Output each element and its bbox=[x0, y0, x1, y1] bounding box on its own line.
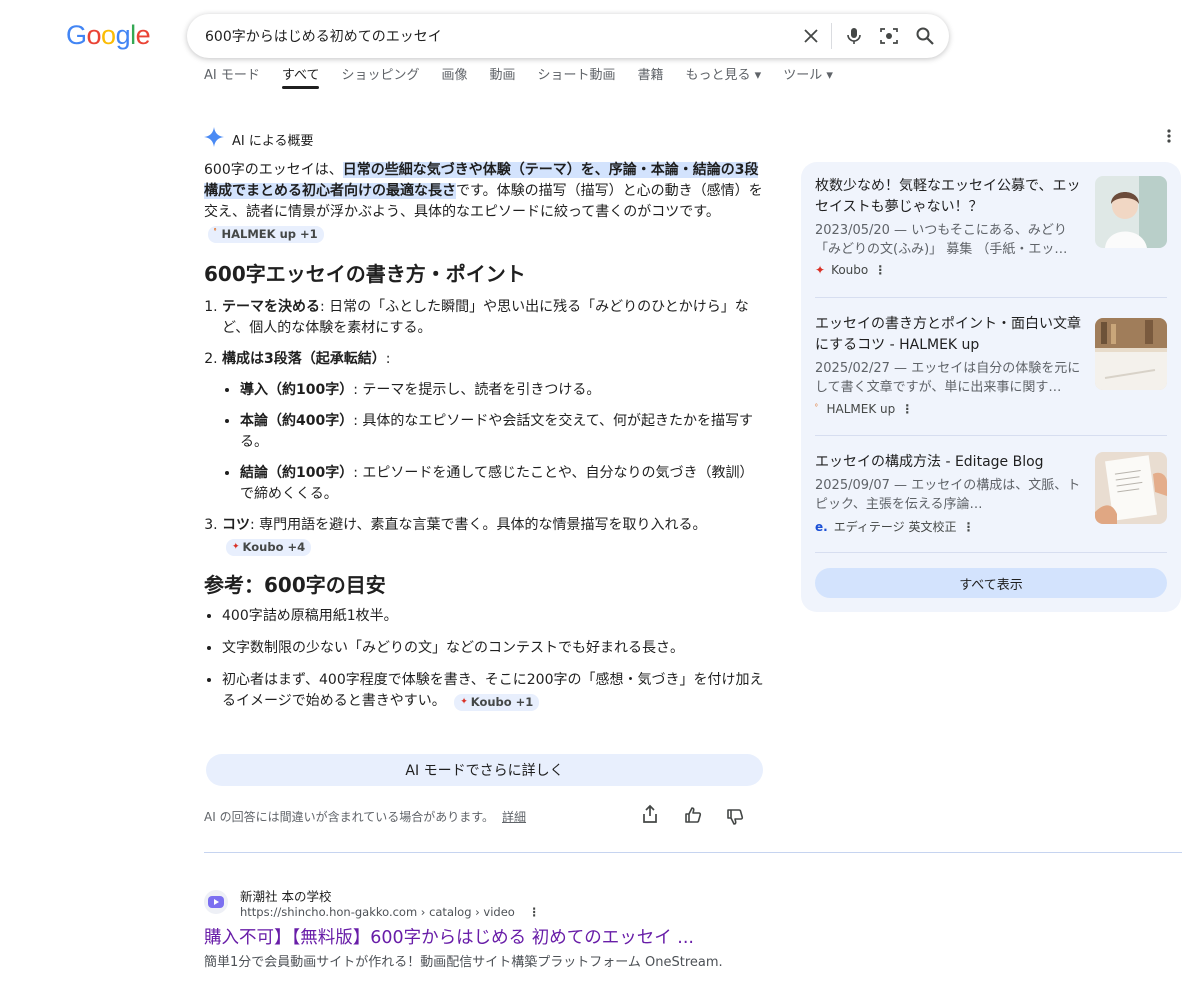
show-all-button[interactable]: すべて表示 bbox=[815, 568, 1167, 598]
sources-panel: 枚数少なめ！気軽なエッセイ公募で、エッセイストも夢じゃない！？ 2023/05/… bbox=[801, 162, 1181, 612]
tab-ai-mode[interactable]: AI モード bbox=[204, 56, 260, 92]
thumbs-up-icon[interactable] bbox=[684, 806, 702, 828]
source-separator bbox=[815, 552, 1167, 553]
source-site: ﾟ HALMEK up ⋮ bbox=[815, 402, 914, 416]
list-item: コツ: 専門用語を避け、素直な言葉で書く。具体的な情景描写を取り入れる。 ✦Ko… bbox=[222, 515, 764, 557]
more-options-icon[interactable]: ⋮ bbox=[901, 402, 913, 416]
list-item: 本論（約400字）: 具体的なエピソードや会話文を交えて、何が起きたかを描写する… bbox=[240, 411, 764, 453]
tab-more[interactable]: もっと見る ▾ bbox=[686, 56, 762, 92]
source-thumbnail[interactable] bbox=[1095, 452, 1167, 524]
camera-search-icon[interactable] bbox=[877, 24, 901, 48]
thumbs-down-icon[interactable] bbox=[726, 808, 744, 830]
result-url[interactable]: https://shincho.hon-gakko.com › catalog … bbox=[240, 905, 540, 919]
source-thumbnail[interactable] bbox=[1095, 318, 1167, 390]
more-options-icon[interactable]: ⋮ bbox=[962, 520, 974, 534]
ai-overview-title: AI による概要 bbox=[232, 133, 314, 149]
halmek-favicon-icon: ﾟ bbox=[815, 403, 821, 416]
source-chip-koubo[interactable]: ✦ Koubo +4 bbox=[226, 539, 312, 556]
google-logo[interactable]: Google bbox=[66, 20, 151, 51]
source-card[interactable]: エッセイの構成方法 - Editage Blog 2025/09/07 — エッ… bbox=[815, 452, 1167, 535]
more-options-icon[interactable]: ⋮ bbox=[529, 905, 541, 919]
clear-icon[interactable] bbox=[799, 24, 823, 48]
list-item: 導入（約100字）: テーマを提示し、読者を引きつける。 bbox=[240, 380, 764, 401]
source-card[interactable]: 枚数少なめ！気軽なエッセイ公募で、エッセイストも夢じゃない！？ 2023/05/… bbox=[815, 176, 1167, 277]
source-title[interactable]: エッセイの構成方法 - Editage Blog bbox=[815, 452, 1087, 473]
search-divider bbox=[831, 23, 832, 49]
result-snippet: 簡単1分で会員動画サイトが作れる！動画配信サイト構築プラットフォーム OneSt… bbox=[204, 955, 723, 970]
result-site-name[interactable]: 新潮社 本の学校 bbox=[240, 886, 331, 905]
sub-list: 導入（約100字）: テーマを提示し、読者を引きつける。 本論（約400字）: … bbox=[222, 380, 764, 505]
tab-books[interactable]: 書籍 bbox=[638, 56, 664, 92]
source-snippet: 2025/02/27 — エッセイは自分の体験を元にして書く文章ですが、単に出来… bbox=[815, 361, 1081, 395]
source-card[interactable]: エッセイの書き方とポイント・面白い文章にするコツ - HALMEK up 202… bbox=[815, 314, 1167, 417]
search-input[interactable]: 600字からはじめる初めてのエッセイ bbox=[205, 26, 442, 46]
more-options-icon[interactable]: ⋮ bbox=[874, 263, 886, 277]
site-favicon-icon[interactable] bbox=[204, 890, 228, 914]
source-site: ✦ Koubo ⋮ bbox=[815, 263, 887, 277]
more-options-icon[interactable] bbox=[1166, 128, 1172, 148]
list-item: テーマを決める: 日常の「ふとした瞬間」や思い出に残る「みどりのひとかけら」など… bbox=[222, 297, 764, 339]
list-item: 400字詰め原稿用紙1枚半。 bbox=[222, 606, 764, 627]
ai-disclaimer: AI の回答には間違いが含まれている場合があります。 詳細 bbox=[204, 810, 527, 824]
section-heading-howto: 600字エッセイの書き方・ポイント bbox=[204, 262, 526, 286]
search-tabs: AI モード すべて ショッピング 画像 動画 ショート動画 書籍 もっと見る … bbox=[204, 56, 855, 92]
list-item: 文字数制限の少ない「みどりの文」などのコンテストでも好まれる長さ。 bbox=[222, 638, 764, 659]
tab-shopping[interactable]: ショッピング bbox=[341, 56, 419, 92]
source-separator bbox=[815, 435, 1167, 436]
source-snippet: 2025/09/07 — エッセイの構成は、文脈、トピック、主張を伝える序論… bbox=[815, 478, 1081, 512]
tab-tools[interactable]: ツール ▾ bbox=[783, 56, 833, 92]
share-icon[interactable] bbox=[642, 804, 658, 828]
source-snippet: 2023/05/20 — いつもそこにある、みどり「みどりの文(ふみ)」 募集 … bbox=[815, 223, 1068, 257]
result-title-link[interactable]: 購入不可】【無料版】600字からはじめる 初めてのエッセイ ... bbox=[204, 924, 694, 949]
ai-overview-header: AI による概要 bbox=[204, 127, 313, 151]
tab-all[interactable]: すべて bbox=[281, 56, 319, 92]
source-chip-halmek[interactable]: ﾟ HALMEK up +1 bbox=[208, 226, 324, 243]
reference-list: 400字詰め原稿用紙1枚半。 文字数制限の少ない「みどりの文」などのコンテストで… bbox=[204, 606, 764, 712]
list-item: 結論（約100字）: エピソードを通して感じたことや、自分なりの気づき（教訓）で… bbox=[240, 463, 764, 505]
steps-list: テーマを決める: 日常の「ふとした瞬間」や思い出に残る「みどりのひとかけら」など… bbox=[204, 297, 764, 557]
source-title[interactable]: 枚数少なめ！気軽なエッセイ公募で、エッセイストも夢じゃない！？ bbox=[815, 176, 1087, 218]
tab-images[interactable]: 画像 bbox=[441, 56, 467, 92]
sparkle-icon bbox=[204, 127, 224, 151]
list-item: 構成は3段落（起承転結）: 導入（約100字）: テーマを提示し、読者を引きつけ… bbox=[222, 349, 764, 505]
source-title[interactable]: エッセイの書き方とポイント・面白い文章にするコツ - HALMEK up bbox=[815, 314, 1087, 356]
microphone-icon[interactable] bbox=[842, 24, 866, 48]
section-divider bbox=[204, 852, 1182, 853]
ai-intro: 600字のエッセイは、日常の些細な気づきや体験（テーマ）を、序論・本論・結論の3… bbox=[204, 162, 763, 243]
source-separator bbox=[815, 297, 1167, 298]
details-link[interactable]: 詳細 bbox=[502, 810, 526, 824]
ai-mode-more-button[interactable]: AI モードでさらに詳しく bbox=[206, 754, 763, 786]
source-chip-koubo[interactable]: ✦ Koubo +1 bbox=[454, 694, 540, 711]
editage-favicon-icon: e. bbox=[815, 519, 828, 534]
koubo-favicon-icon: ✦ bbox=[815, 263, 826, 277]
tab-videos[interactable]: 動画 bbox=[489, 56, 515, 92]
source-thumbnail[interactable] bbox=[1095, 176, 1167, 248]
search-box[interactable]: 600字からはじめる初めてのエッセイ bbox=[187, 14, 949, 58]
search-icon[interactable] bbox=[913, 24, 937, 48]
tab-short-videos[interactable]: ショート動画 bbox=[538, 56, 616, 92]
list-item: 初心者はまず、400字程度で体験を書き、そこに200字の「感想・気づき」を付け加… bbox=[222, 670, 764, 712]
ai-overview-body: 600字のエッセイは、日常の些細な気づきや体験（テーマ）を、序論・本論・結論の3… bbox=[204, 160, 764, 723]
section-heading-reference: 参考：600字の目安 bbox=[204, 573, 386, 597]
